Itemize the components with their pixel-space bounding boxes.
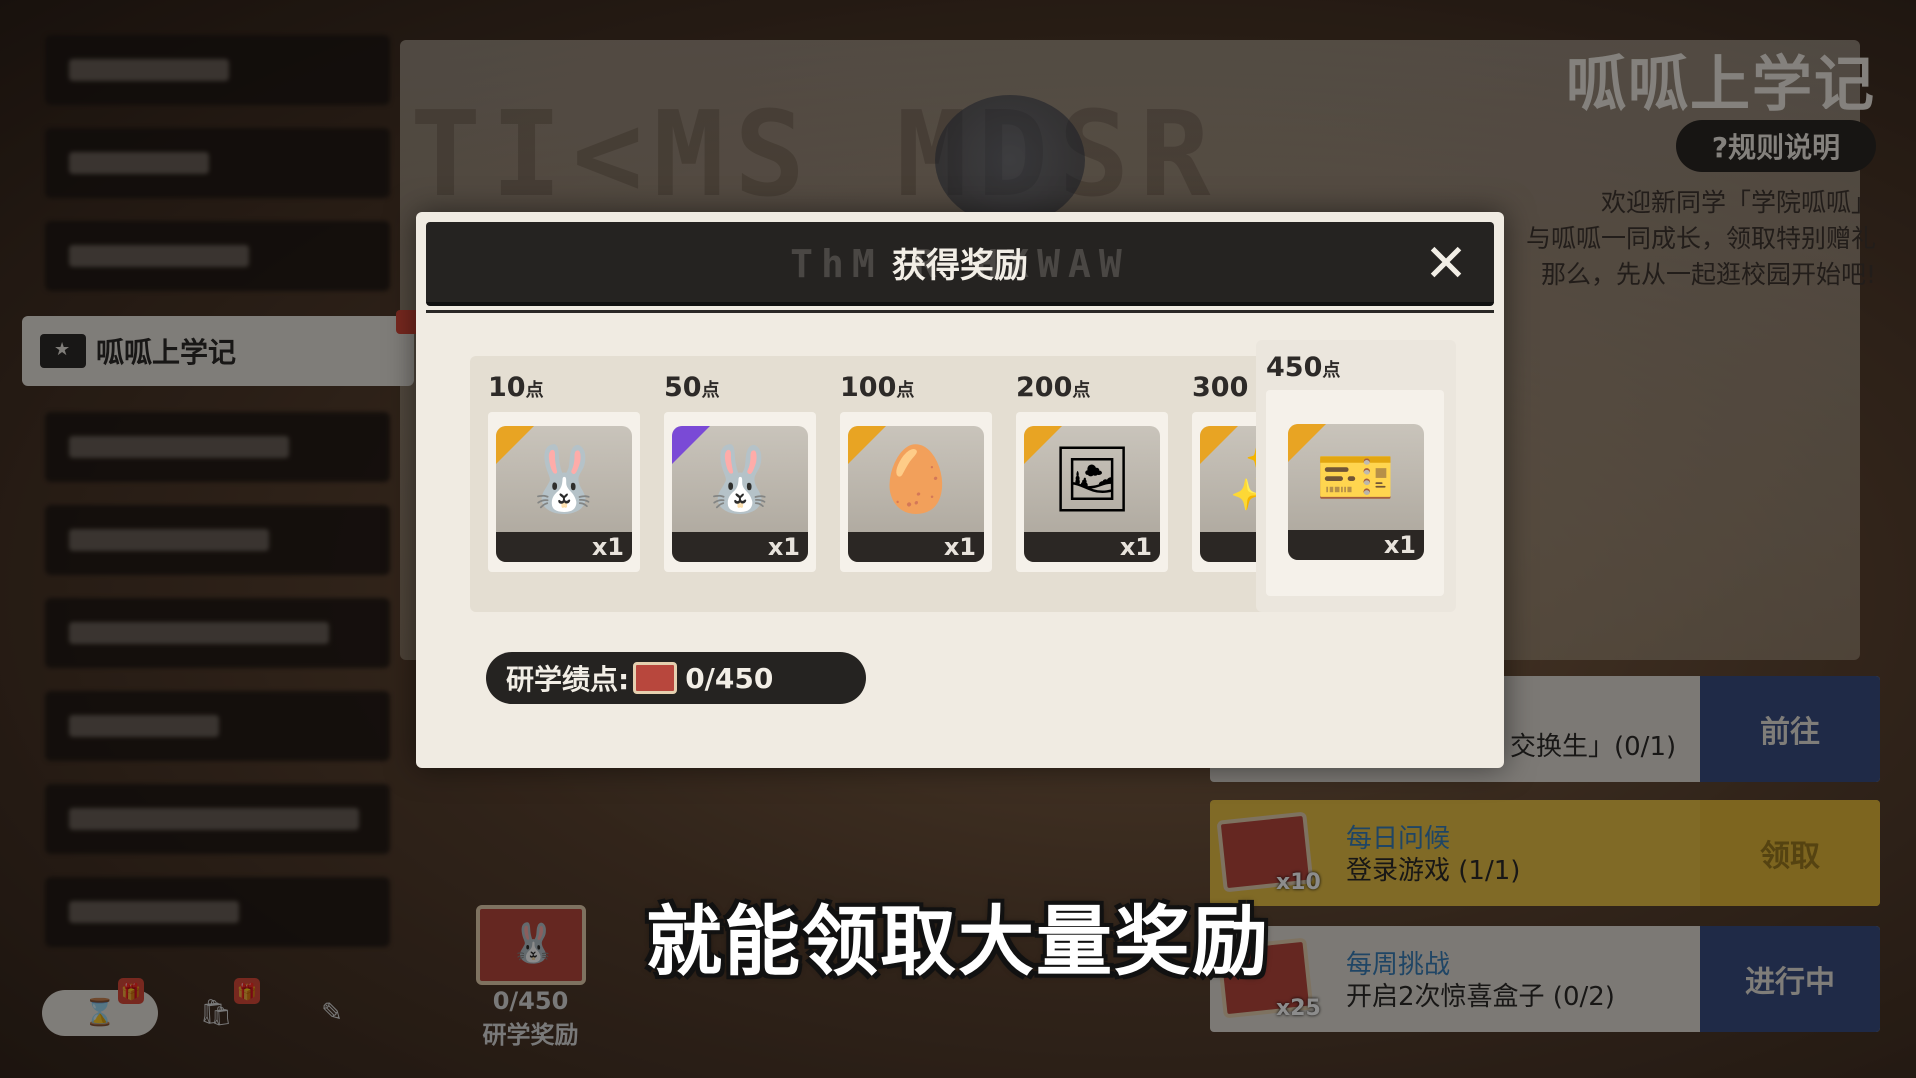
bunny-glasses-icon: 🐰 [700, 443, 780, 517]
reward-points: 10点 [488, 372, 544, 403]
reward-points: 300 [1192, 372, 1249, 403]
reward-tier-highlighted[interactable]: 450点 🎫 x1 [1256, 340, 1456, 612]
reward-tier[interactable]: 200点 🖼 x1 [998, 356, 1168, 596]
reward-item: 🐰 x1 [672, 426, 808, 562]
reward-tier[interactable]: 10点 🐰 x1 [470, 356, 640, 596]
reward-tier[interactable]: 50点 🐰 x1 [646, 356, 816, 596]
egg-icon: 🥚 [876, 443, 956, 517]
photo-frame-icon: 🖼 [1051, 443, 1133, 517]
reward-card: 🎫 x1 [1266, 390, 1444, 596]
reward-points: 100点 [840, 372, 915, 403]
close-icon[interactable]: ✕ [1418, 236, 1474, 292]
reward-item: 🥚 x1 [848, 426, 984, 562]
reward-points: 50点 [664, 372, 720, 403]
reward-item: 🐰 x1 [496, 426, 632, 562]
reward-card: 🥚 x1 [840, 412, 992, 572]
reward-card: 🐰 x1 [488, 412, 640, 572]
rewards-strip: 10点 🐰 x1 50点 🐰 x1 100点 🥚 x1 200点 🖼 x1 30… [470, 340, 1456, 612]
divider [426, 310, 1494, 313]
reward-points: 200点 [1016, 372, 1091, 403]
reward-qty: x1 [848, 532, 984, 562]
reward-item: 🎫 x1 [1288, 424, 1424, 560]
reward-qty: x1 [1024, 532, 1160, 562]
reward-qty: x1 [1288, 530, 1424, 560]
reward-card: 🖼 x1 [1016, 412, 1168, 572]
reward-tier[interactable]: 100点 🥚 x1 [822, 356, 992, 596]
modal-title: 获得奖励 [892, 245, 1028, 286]
research-points-pill: 研学绩点: 0/450 [486, 652, 866, 704]
modal-header: ThM R HXWAW 获得奖励 ✕ [426, 222, 1494, 306]
ticket-icon [633, 662, 678, 694]
reward-qty: x1 [496, 532, 632, 562]
video-subtitle: 就能领取大量奖励 [646, 897, 1270, 986]
points-label: 研学绩点: [506, 663, 630, 696]
bunny-glasses-icon: 🐰 [524, 443, 604, 517]
points-value: 0/450 [685, 661, 774, 695]
reward-points: 450点 [1266, 352, 1341, 383]
reward-card: 🐰 x1 [664, 412, 816, 572]
ticket-card-icon: 🎫 [1316, 441, 1396, 515]
reward-modal: ThM R HXWAW 获得奖励 ✕ 10点 🐰 x1 50点 🐰 x1 100… [416, 212, 1504, 768]
reward-item: 🖼 x1 [1024, 426, 1160, 562]
reward-qty: x1 [672, 532, 808, 562]
